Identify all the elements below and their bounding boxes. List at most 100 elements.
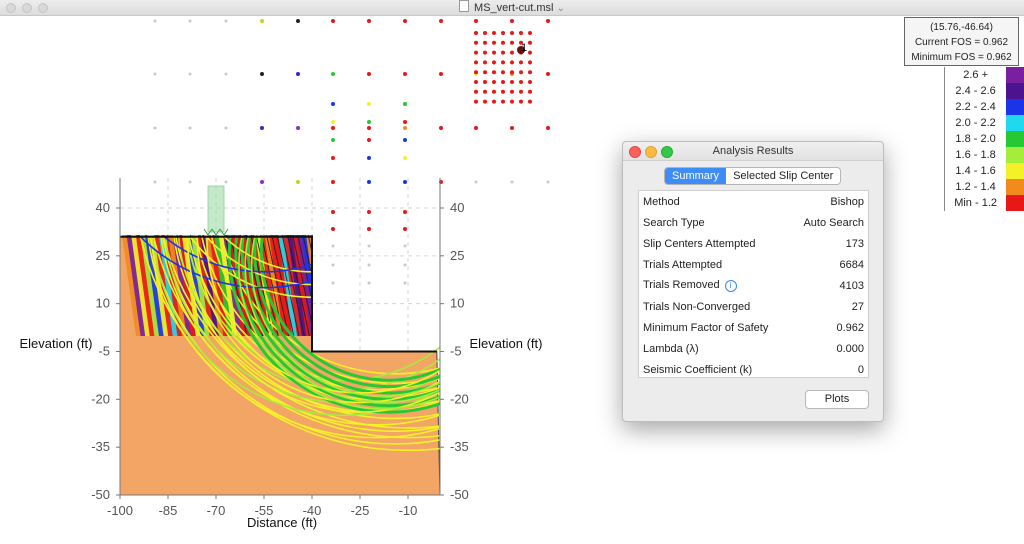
x-tick-label: -10 [399,503,418,518]
slip-center-point [260,126,264,130]
slip-center-point [492,40,496,45]
slip-center-point [439,126,443,130]
slip-center-point [474,31,478,35]
slip-center-point [367,120,371,124]
slip-center-point [188,19,192,23]
slip-center-point [546,180,550,184]
slip-center-point [492,70,496,75]
cursor-coordinates: (15.76,-46.64) [930,22,993,33]
slip-center-point [367,210,371,214]
slip-center-point [510,40,514,45]
slip-center-point [331,244,335,248]
slip-center-point [501,80,505,84]
slip-center-point [492,50,496,55]
y-tick-label-right: -35 [450,439,469,454]
slip-center-point [331,227,335,231]
slip-center-point [501,50,505,55]
slip-center-point [528,89,532,94]
slip-center-point [331,156,335,160]
distributed-load[interactable] [203,185,229,236]
critical-slip-marker[interactable]: 1 [521,42,527,54]
slip-center-point [483,40,487,45]
document-icon [459,0,470,12]
slip-center-point [519,60,523,65]
y-tick-label-left: 10 [96,296,110,311]
slip-center-point [483,60,487,65]
slip-center-point [510,89,514,94]
slip-center-point [519,99,523,104]
y-axis-title-left: Elevation (ft) [20,336,93,351]
slip-center-point [501,40,505,45]
slip-center-point [528,80,532,84]
slip-center-point [331,126,335,130]
slip-center-point [510,80,514,84]
legend-swatch [1006,163,1024,179]
fos-legend: 2.6 + 2.4 - 2.6 2.2 - 2.4 2.0 - 2.2 1.8 … [944,67,1024,211]
y-tick-label-right: -50 [450,487,469,502]
fos-tooltip: (15.76,-46.64) Current FOS = 0.962 Minim… [904,17,1019,66]
slip-arc [120,235,425,273]
window-titlebar: MS_vert-cut.msl ⌄ [0,0,1024,16]
slip-center-point [501,89,505,94]
slip-center-point [510,60,514,65]
slip-center-point [519,80,523,84]
load-bar [207,185,225,233]
slip-center-point [546,126,550,130]
slip-center-point [403,72,407,76]
slip-center-point [519,31,523,35]
slip-center-point [224,72,228,76]
slip-center-point [528,31,532,35]
result-row: Lambda (λ) 0.000 [643,342,864,355]
result-row: Minimum Factor of Safety 0.962 [643,321,864,334]
slip-center-point [528,50,532,55]
legend-item: 1.8 - 2.0 [944,131,1024,147]
result-row: Trials Attempted 6684 [643,258,864,271]
slip-center-point [474,19,478,23]
analysis-results-dialog: Analysis Results Summary Selected Slip C… [622,141,884,422]
slip-center-point [439,19,443,23]
legend-item: 1.2 - 1.4 [944,179,1024,195]
plots-button[interactable]: Plots [805,390,869,409]
slip-center-point [403,138,407,142]
y-tick-label-left: -50 [91,487,110,502]
slip-center-point [483,31,487,35]
slip-center-point [403,120,407,124]
tab-selected-slip-center[interactable]: Selected Slip Center [726,168,840,184]
slip-center-point [519,70,523,75]
slip-center-point [528,60,532,65]
legend-item: Min - 1.2 [944,195,1024,211]
dialog-titlebar[interactable]: Analysis Results [623,142,883,161]
window-title[interactable]: MS_vert-cut.msl ⌄ [0,0,1024,16]
result-row: Seismic Coefficient (k) 0 [643,363,864,376]
info-icon[interactable]: i [724,280,737,292]
y-tick-label-right: -20 [450,391,469,406]
y-tick-label-right: 40 [450,200,464,215]
slip-center-point [367,263,371,267]
slip-center-point [528,99,532,104]
slip-center-point [474,60,478,65]
slip-center-point [296,72,300,76]
slip-center-point [367,126,371,130]
legend-swatch [1006,147,1024,163]
slip-center-point [403,102,407,106]
result-row: Slip Centers Attempted 173 [643,237,864,250]
slip-center-point [501,99,505,104]
slip-center-point [528,40,532,45]
slip-center-point [474,180,478,184]
slip-center-point [367,281,371,285]
result-row: Search Type Auto Search [643,216,864,229]
slip-center-point [510,99,514,104]
slip-center-point [483,89,487,94]
slip-center-point [367,227,371,231]
minimum-fos: Minimum FOS = 0.962 [911,52,1012,63]
result-row: Trials Non-Converged 27 [643,300,864,313]
y-axis-title-right: Elevation (ft) [470,336,543,351]
legend-swatch [1006,83,1024,99]
tab-summary[interactable]: Summary [665,168,727,184]
legend-item: 1.4 - 1.6 [944,163,1024,179]
slip-center-point [153,19,157,23]
slip-center-point [367,72,371,76]
legend-swatch [1006,179,1024,195]
slip-center-point [260,180,264,184]
x-tick-label: -100 [107,503,133,518]
